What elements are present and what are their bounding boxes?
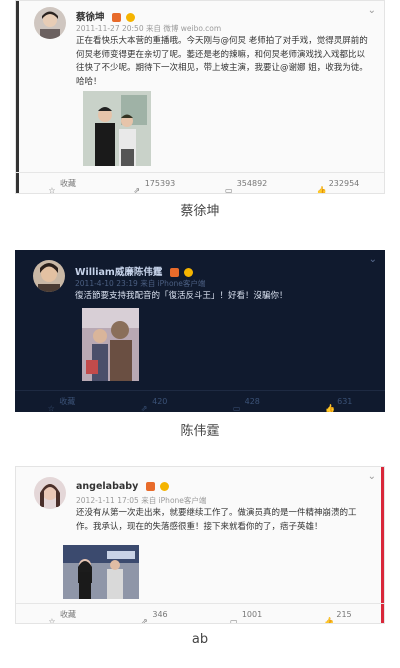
author-link[interactable]: William威廉陈伟霆 <box>75 267 162 278</box>
forward-button[interactable]: ⇗175393 <box>108 173 200 194</box>
member-icon <box>183 268 193 277</box>
post-text: 復活節要支持我配音的「復活反斗王」！好看！沒騙你！ <box>75 291 288 301</box>
caption: 蔡徐坤 <box>180 204 220 219</box>
author-name[interactable]: William威廉陈伟霆 <box>75 264 195 278</box>
comment-button[interactable]: ▭428 <box>200 391 293 412</box>
avatar[interactable] <box>34 477 66 509</box>
avatar[interactable] <box>33 260 65 292</box>
favorite-button[interactable]: ☆收藏 <box>16 173 108 194</box>
star-icon: ☆ <box>48 616 56 624</box>
weibo-post-card: angelababy 2012-1-11 17:05 来自 iPhone客户端 … <box>15 466 385 624</box>
verified-icon <box>145 482 155 491</box>
avatar[interactable] <box>34 7 66 39</box>
action-bar: ☆收藏 ⇗420 ▭428 👍631 <box>15 390 385 412</box>
chevron-down-icon[interactable]: ⌄ <box>368 5 376 16</box>
comment-icon: ▭ <box>232 403 241 413</box>
post-text: 还没有从第一次走出来，就要继续工作了。做演员真的是一件精神崩溃的工作。我承认，现… <box>76 508 357 532</box>
post-photo[interactable] <box>63 545 139 599</box>
comment-button[interactable]: ▭354892 <box>200 173 292 194</box>
caption: ab <box>191 632 209 647</box>
post-photo[interactable] <box>82 308 139 381</box>
right-edge <box>381 467 384 623</box>
share-icon: ⇗ <box>140 403 148 413</box>
post-text: 正在看快乐大本营的重播哦。今天刚与@何炅 老师拍了对手戏，觉得灵屏前的何炅老师变… <box>76 36 368 87</box>
author-link[interactable]: angelababy <box>76 481 138 492</box>
favorite-button[interactable]: ☆收藏 <box>16 604 108 624</box>
verified-icon <box>111 13 121 22</box>
post-meta: 2011-4-10 23:19 来自 iPhone客户端 <box>75 279 206 288</box>
share-icon: ⇗ <box>133 185 141 194</box>
star-icon: ☆ <box>48 185 56 194</box>
forward-button[interactable]: ⇗346 <box>108 604 200 624</box>
weibo-post-card: William威廉陈伟霆 2011-4-10 23:19 来自 iPhone客户… <box>15 250 385 412</box>
verified-badges <box>145 481 171 492</box>
caption: 陈伟霆 <box>180 424 220 439</box>
like-button[interactable]: 👍215 <box>292 604 384 624</box>
verified-badges <box>169 267 195 278</box>
left-edge <box>16 1 19 193</box>
author-name[interactable]: angelababy <box>76 481 171 492</box>
forward-button[interactable]: ⇗420 <box>108 391 201 412</box>
member-icon <box>126 13 136 22</box>
verified-badges <box>111 12 137 23</box>
comment-button[interactable]: ▭1001 <box>200 604 292 624</box>
post-meta: 2011-11-27 20:50 来自 微博 weibo.com <box>76 24 222 33</box>
like-button[interactable]: 👍232954 <box>292 173 384 194</box>
chevron-down-icon[interactable]: ⌄ <box>369 254 377 265</box>
comment-icon: ▭ <box>224 185 233 194</box>
chevron-down-icon[interactable]: ⌄ <box>368 471 376 482</box>
author-name[interactable]: 蔡徐坤 <box>76 9 137 23</box>
author-link[interactable]: 蔡徐坤 <box>76 12 105 23</box>
star-icon: ☆ <box>47 403 55 413</box>
weibo-post-card: 蔡徐坤 2011-11-27 20:50 来自 微博 weibo.com ⌄ 正… <box>15 0 385 194</box>
favorite-button[interactable]: ☆收藏 <box>15 391 108 412</box>
action-bar: ☆收藏 ⇗175393 ▭354892 👍232954 <box>16 172 384 194</box>
action-bar: ☆收藏 ⇗346 ▭1001 👍215 <box>16 603 384 624</box>
verified-icon <box>169 268 179 277</box>
thumbs-up-icon: 👍 <box>325 403 336 413</box>
member-icon <box>159 482 169 491</box>
comment-icon: ▭ <box>230 616 238 624</box>
post-meta: 2012-1-11 17:05 来自 iPhone客户端 <box>76 496 207 505</box>
share-icon: ⇗ <box>141 616 148 624</box>
like-button[interactable]: 👍631 <box>293 391 386 412</box>
thumbs-up-icon: 👍 <box>316 185 327 194</box>
thumbs-up-icon: 👍 <box>324 616 335 624</box>
post-photo[interactable] <box>83 91 151 166</box>
